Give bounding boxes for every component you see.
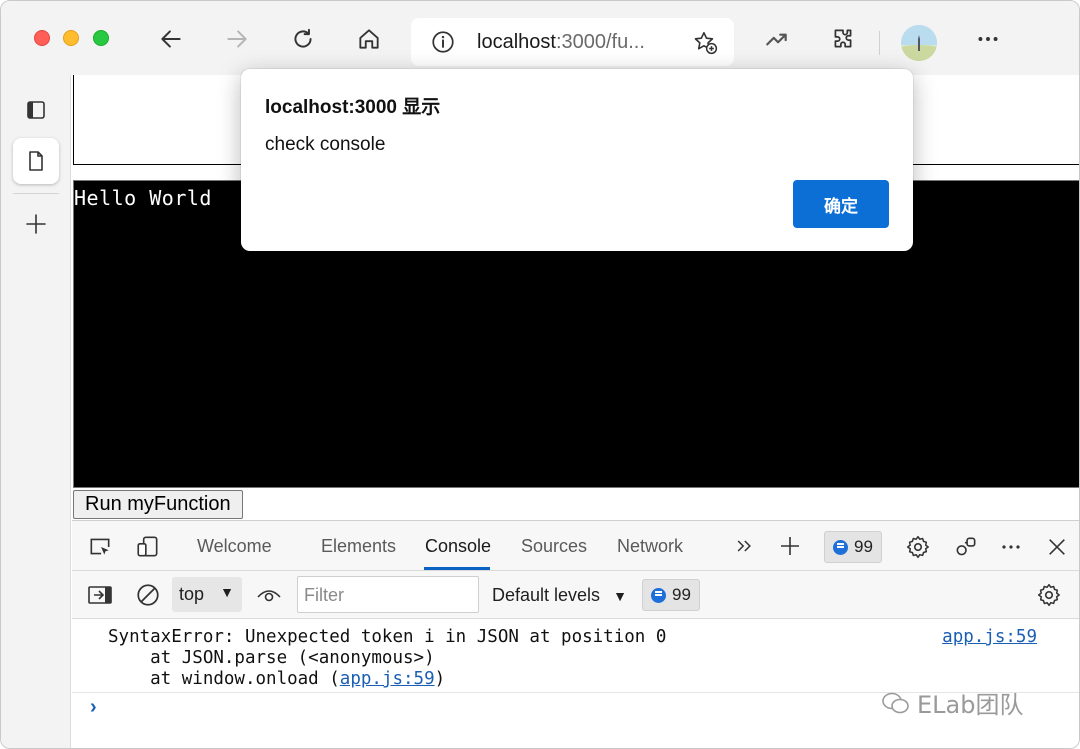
- address-bar[interactable]: localhost:3000/fu...: [411, 18, 734, 66]
- more-tabs-chevron-icon[interactable]: [732, 534, 756, 558]
- url-host: localhost: [477, 31, 556, 53]
- settings-gear-icon[interactable]: [904, 533, 932, 561]
- console-filter-input[interactable]: Filter: [297, 576, 479, 613]
- context-selector[interactable]: top ▼: [172, 577, 242, 612]
- error-line-2: at JSON.parse (<anonymous>): [108, 648, 435, 668]
- active-tab-indicator: [424, 567, 490, 570]
- devtools-tabbar: Welcome Elements Console Sources Network…: [72, 521, 1079, 571]
- stack-source-link[interactable]: app.js:59: [340, 669, 435, 689]
- zoom-window-button[interactable]: [93, 30, 109, 46]
- extensions-icon[interactable]: [827, 23, 859, 55]
- close-window-button[interactable]: [34, 30, 50, 46]
- dialog-message: check console: [265, 134, 386, 155]
- watermark: ELab团队: [881, 685, 1023, 720]
- clear-console-icon[interactable]: [134, 582, 162, 608]
- issues-count: 99: [854, 537, 873, 556]
- performance-icon[interactable]: [761, 23, 793, 55]
- home-icon[interactable]: [353, 23, 385, 55]
- messages-count: 99: [672, 585, 691, 604]
- refresh-icon[interactable]: [287, 23, 319, 55]
- error-line-3-prefix: at window.onload (: [108, 669, 340, 689]
- toolbar-separator: [879, 31, 880, 55]
- device-emulation-icon[interactable]: [134, 533, 162, 561]
- tab-sources[interactable]: Sources: [521, 536, 587, 557]
- tab-console[interactable]: Console: [425, 536, 491, 557]
- page-tab-icon[interactable]: [13, 138, 59, 184]
- sidebar-divider: [13, 193, 59, 194]
- address-url: localhost:3000/fu...: [477, 31, 645, 54]
- console-error-message: SyntaxError: Unexpected token i in JSON …: [108, 627, 666, 690]
- browser-toolbar: localhost:3000/fu...: [1, 1, 1079, 75]
- tab-welcome[interactable]: Welcome: [197, 536, 272, 557]
- close-devtools-icon[interactable]: [1043, 533, 1071, 561]
- messages-badge[interactable]: 99: [642, 579, 700, 611]
- tab-elements[interactable]: Elements: [321, 536, 396, 557]
- add-tool-plus-icon[interactable]: [777, 533, 803, 559]
- error-line-3-suffix: ): [434, 669, 446, 689]
- log-levels-dropdown[interactable]: Default levels ▼: [492, 585, 627, 606]
- console-prompt-chevron-icon[interactable]: ›: [90, 696, 97, 719]
- filter-placeholder: Filter: [304, 585, 344, 605]
- context-value: top: [179, 584, 205, 604]
- inspect-element-icon[interactable]: [86, 533, 114, 561]
- tab-network[interactable]: Network: [617, 536, 683, 557]
- favorite-add-icon[interactable]: [689, 26, 721, 58]
- tab-actions-icon[interactable]: [13, 87, 59, 133]
- levels-label: Default levels: [492, 585, 601, 605]
- message-bubble-icon: [833, 539, 848, 555]
- run-myfunction-button[interactable]: Run myFunction: [73, 490, 243, 519]
- alert-dialog: localhost:3000 显示 check console 确定: [241, 69, 913, 251]
- url-path: :3000/fu...: [555, 31, 645, 53]
- canvas-text: Hello World: [74, 186, 212, 210]
- error-line-1: SyntaxError: Unexpected token i in JSON …: [108, 627, 667, 647]
- issues-badge[interactable]: 99: [824, 531, 882, 563]
- dropdown-triangle-icon: ▼: [220, 584, 234, 600]
- info-icon[interactable]: [427, 26, 459, 58]
- minimize-window-button[interactable]: [63, 30, 79, 46]
- vertical-tabs-sidebar: [1, 75, 71, 748]
- browser-window: localhost:3000/fu... Hello World Run myF…: [0, 0, 1080, 749]
- back-icon[interactable]: [155, 23, 187, 55]
- more-icon[interactable]: [972, 23, 1004, 55]
- dialog-ok-button[interactable]: 确定: [793, 180, 889, 228]
- new-tab-icon[interactable]: [13, 201, 59, 247]
- live-expression-eye-icon[interactable]: [254, 582, 284, 608]
- profile-avatar[interactable]: [901, 25, 937, 61]
- console-filterbar: top ▼ Filter Default levels ▼ 99: [72, 571, 1079, 619]
- devtools-more-icon[interactable]: [997, 533, 1025, 561]
- dialog-title: localhost:3000 显示: [265, 97, 441, 118]
- messages-bubble-icon: [651, 587, 666, 603]
- wechat-icon: [882, 692, 909, 713]
- customize-icon[interactable]: [952, 533, 980, 561]
- show-sidebar-icon[interactable]: [86, 582, 114, 608]
- console-settings-gear-icon[interactable]: [1035, 581, 1063, 609]
- forward-icon[interactable]: [221, 23, 253, 55]
- error-source-link[interactable]: app.js:59: [942, 627, 1037, 647]
- watermark-text: ELab团队: [917, 691, 1024, 719]
- levels-triangle-icon: ▼: [613, 588, 627, 604]
